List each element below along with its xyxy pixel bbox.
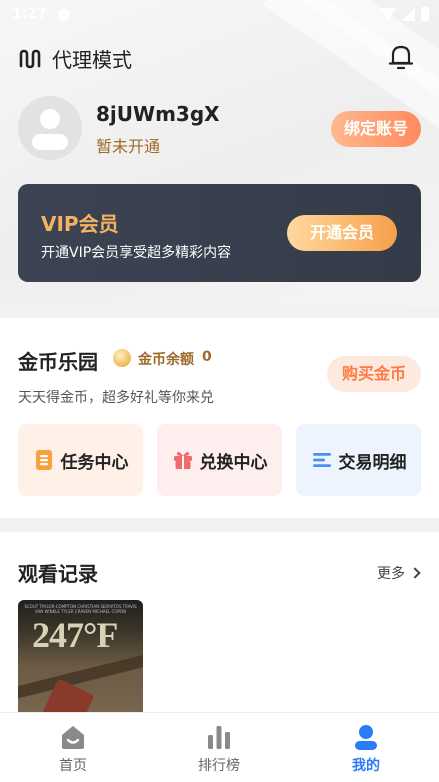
- coin-description: 天天得金币，超多好礼等你来兑: [18, 390, 214, 406]
- status-icons: [380, 7, 429, 21]
- coin-balance-label: 金币余额: [138, 352, 194, 368]
- poster-title: 247°F: [32, 615, 118, 655]
- transaction-details-tile[interactable]: 交易明细: [296, 424, 421, 496]
- coin-park-section: 金币乐园 金币余额 0 天天得金币，超多好礼等你来兑 购买金币 任务中心 兑换中…: [0, 318, 439, 518]
- exchange-center-label: 兑换中心: [199, 452, 268, 473]
- status-bar: 1:27: [0, 0, 439, 30]
- gift-icon: [173, 452, 192, 469]
- more-label: 更多: [377, 566, 405, 582]
- vip-card: VIP会员 开通VIP会员享受超多精彩内容 开通会员: [18, 184, 421, 282]
- ranking-icon: [208, 726, 230, 749]
- bell-icon[interactable]: [387, 42, 415, 72]
- vip-title: VIP会员: [41, 212, 119, 236]
- tab-home[interactable]: 首页: [0, 713, 146, 782]
- tab-home-label: 首页: [59, 758, 87, 774]
- vip-description: 开通VIP会员享受超多精彩内容: [41, 245, 232, 261]
- profile-icon: [355, 725, 377, 750]
- watch-history-section: 观看记录 更多 SCOUT TAYLOR-COMPTON CHRISTIAN S…: [0, 532, 439, 714]
- bottom-tab-bar: 首页 排行榜 我的: [0, 712, 439, 782]
- proxy-mode-label: 代理模式: [52, 48, 132, 72]
- transaction-details-label: 交易明细: [338, 452, 407, 473]
- chevron-right-icon: [409, 567, 421, 579]
- avatar[interactable]: [18, 96, 82, 160]
- username: 8jUWm3gX: [96, 102, 220, 126]
- wifi-icon: [380, 8, 396, 20]
- avatar-body: [32, 134, 68, 150]
- task-center-label: 任务中心: [60, 452, 129, 473]
- tab-mine[interactable]: 我的: [293, 713, 439, 782]
- coin-balance-value: 0: [202, 349, 212, 365]
- open-vip-button[interactable]: 开通会员: [287, 215, 397, 251]
- status-time: 1:27: [12, 6, 47, 22]
- exchange-center-tile[interactable]: 兑换中心: [157, 424, 282, 496]
- membership-status: 暂未开通: [96, 137, 161, 156]
- coin-park-title: 金币乐园: [18, 350, 98, 374]
- bind-account-button[interactable]: 绑定账号: [331, 111, 421, 147]
- watch-history-title: 观看记录: [18, 562, 98, 586]
- home-icon: [62, 726, 84, 749]
- tab-mine-label: 我的: [352, 758, 380, 774]
- poster-credits: SCOUT TAYLOR-COMPTON CHRISTIAN SERRATOS …: [24, 604, 137, 614]
- tab-ranking-label: 排行榜: [198, 758, 240, 774]
- more-link[interactable]: 更多: [377, 563, 421, 583]
- battery-icon: [421, 7, 429, 21]
- proxy-mode-toggle[interactable]: 代理模式: [18, 44, 132, 73]
- notification-dot-icon: [58, 9, 70, 21]
- tab-ranking[interactable]: 排行榜: [146, 713, 292, 782]
- coin-tiles: 任务中心 兑换中心 交易明细: [18, 424, 421, 496]
- history-poster[interactable]: SCOUT TAYLOR-COMPTON CHRISTIAN SERRATOS …: [18, 600, 143, 714]
- buy-coins-button[interactable]: 购买金币: [327, 356, 421, 392]
- signal-icon: [402, 7, 415, 21]
- profile-section: 8jUWm3gX 暂未开通 绑定账号: [18, 96, 421, 162]
- list-icon: [312, 453, 331, 467]
- task-center-tile[interactable]: 任务中心: [18, 424, 143, 496]
- coin-icon: [113, 349, 131, 367]
- avatar-head: [40, 109, 60, 129]
- proxy-icon: [19, 49, 41, 68]
- task-icon: [35, 450, 52, 470]
